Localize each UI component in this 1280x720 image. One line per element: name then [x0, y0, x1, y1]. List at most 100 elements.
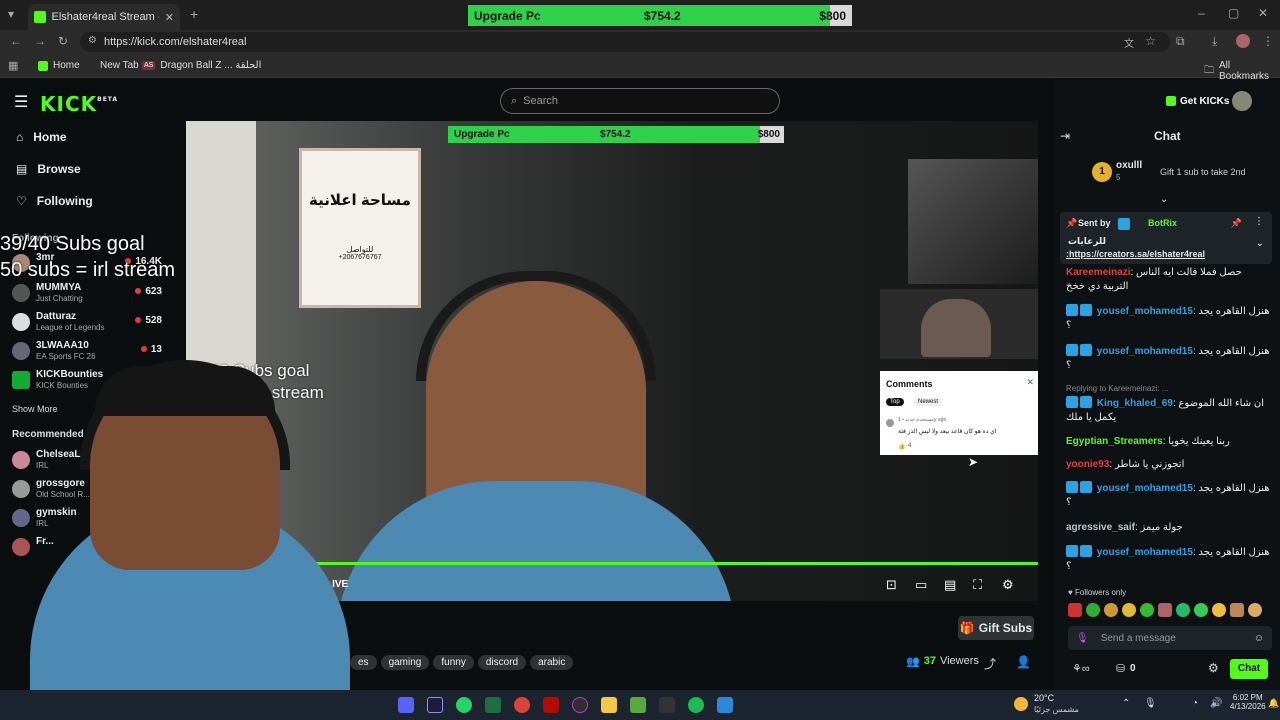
discord-icon[interactable] — [398, 697, 414, 713]
chat-message[interactable]: Replying to Kareemeinazi: ... King_khale… — [1066, 382, 1270, 425]
obs-icon[interactable] — [572, 697, 588, 713]
user-avatar[interactable] — [1232, 91, 1252, 111]
profile-avatar[interactable] — [1236, 34, 1250, 48]
pinned-link[interactable]: :https://creators.sa/elshater4real — [1066, 249, 1205, 259]
emote-icon[interactable] — [1122, 603, 1136, 617]
bookmark-home[interactable]: Home — [38, 60, 80, 71]
tab-newest[interactable]: Newest — [914, 398, 943, 406]
treasure-icon[interactable]: ⛁ — [1116, 662, 1125, 675]
emote-icon[interactable] — [1104, 603, 1118, 617]
following-channel[interactable]: Datturaz League of Legends 528 — [12, 311, 162, 337]
like-icon[interactable]: 👍 — [898, 443, 905, 450]
volume-icon[interactable]: 🔊 — [1210, 698, 1222, 709]
minimize-icon[interactable]: – — [1198, 6, 1205, 20]
emote-icon[interactable] — [1140, 603, 1154, 617]
system-clock[interactable]: 6:02 PM 4/13/2026 — [1230, 693, 1266, 711]
clip-icon[interactable]: ▭ — [915, 577, 927, 593]
maximize-icon[interactable]: ▢ — [1228, 6, 1239, 20]
back-icon[interactable]: ← — [10, 34, 22, 48]
translate-icon[interactable]: 文 — [1124, 35, 1134, 50]
chat-message[interactable]: yoonie93: اتجوزني يا شاطر — [1066, 458, 1270, 472]
tag[interactable]: discord — [477, 655, 527, 670]
emote-icon[interactable] — [1068, 603, 1082, 617]
sidebar-item-home[interactable]: ⌂ Home — [16, 130, 67, 144]
close-window-icon[interactable]: ✕ — [1258, 6, 1268, 20]
chrome-icon[interactable] — [514, 697, 530, 713]
pip-icon[interactable]: ▤ — [944, 577, 956, 593]
points-icon[interactable]: ⚘∞ — [1072, 662, 1090, 675]
epic-games-icon[interactable] — [659, 697, 675, 713]
tab-close-icon[interactable]: ✕ — [165, 11, 174, 24]
tag[interactable]: funny — [433, 655, 474, 670]
tray-microphone-icon[interactable]: 🎙 — [1144, 698, 1157, 709]
gift-subs-button[interactable]: 🎁 Gift Subs — [958, 616, 1034, 640]
chat-message[interactable]: yousef_mohamed15: هنزل القاهره يجد ؟ — [1066, 344, 1270, 373]
emote-icon[interactable] — [1230, 603, 1244, 617]
app-icon[interactable] — [717, 697, 733, 713]
chat-message[interactable]: yousef_mohamed15: هنزل القاهره يجد ؟ — [1066, 304, 1270, 333]
apps-grid-icon[interactable]: ▦ — [8, 59, 18, 72]
tag[interactable]: gaming — [380, 655, 430, 670]
tab-list-icon[interactable]: ▾ — [8, 7, 14, 21]
follow-user-icon[interactable]: 👤 — [1016, 655, 1031, 669]
url-field[interactable]: ⚙ https://kick.com/elshater4real 文 ☆ — [80, 32, 1170, 52]
chat-message[interactable]: agressive_saif: جولة ميمز — [1066, 521, 1270, 535]
forward-icon[interactable]: → — [34, 34, 46, 48]
bookmark-dragon-ball[interactable]: AS Dragon Ball Z ... الحلقة — [142, 60, 261, 71]
bookmark-star-icon[interactable]: ☆ — [1145, 34, 1156, 48]
tag[interactable]: arabic — [530, 655, 574, 670]
minecraft-icon[interactable] — [630, 697, 646, 713]
chat-message[interactable]: yousef_mohamed15: هنزل القاهره يجد ؟ — [1066, 481, 1270, 510]
acrobat-icon[interactable] — [543, 697, 559, 713]
chevron-down-icon[interactable]: ⌄ — [1256, 238, 1264, 249]
share-icon[interactable]: ⤴ — [984, 655, 996, 672]
search-input[interactable]: ⌕ Search — [500, 88, 780, 114]
following-channel[interactable]: MUMMYA Just Chatting 623 — [12, 282, 162, 308]
browser-menu-icon[interactable]: ⋮ — [1262, 34, 1274, 48]
chat-input[interactable]: 🎙 Send a message ☺ — [1068, 626, 1272, 650]
hamburger-menu-icon[interactable]: ☰ — [14, 92, 28, 112]
reload-icon[interactable]: ↻ — [58, 34, 68, 48]
more-options-icon[interactable]: ⋮ — [1254, 216, 1264, 227]
emote-icon[interactable] — [1158, 603, 1172, 617]
sidebar-item-following[interactable]: ♡ Following — [16, 194, 93, 208]
premiere-icon[interactable] — [427, 697, 443, 713]
explorer-icon[interactable] — [601, 697, 617, 713]
collapse-chat-icon[interactable]: ⇥ — [1060, 129, 1070, 143]
browser-tab-active[interactable]: Elshater4real Stream - Watch Li ✕ — [28, 4, 180, 30]
chat-message[interactable]: Kareemeinazi: حصل فملا فالت ايه الناس ال… — [1066, 266, 1270, 294]
theater-mode-icon[interactable]: ⊡ — [886, 577, 897, 593]
spotify-icon[interactable] — [688, 697, 704, 713]
emote-icon[interactable] — [1212, 603, 1226, 617]
emote-icon[interactable] — [1176, 603, 1190, 617]
emote-icon[interactable] — [1248, 603, 1262, 617]
chat-message[interactable]: Egyptian_Streamers: ربنا يعينك يخويا — [1066, 435, 1270, 449]
tray-chevron-icon[interactable]: ⌃ — [1122, 698, 1130, 709]
extensions-icon[interactable]: ⧉ — [1176, 34, 1185, 49]
expand-chevron-icon[interactable]: ⌄ — [1160, 194, 1168, 205]
emote-icon[interactable] — [1194, 603, 1208, 617]
bookmark-new-tab[interactable]: New Tab — [100, 60, 139, 71]
chat-settings-icon[interactable]: ⚙ — [1208, 661, 1219, 675]
fullscreen-icon[interactable]: ⛶ — [973, 577, 982, 593]
sidebar-item-browse[interactable]: ▤ Browse — [16, 162, 81, 176]
chat-message[interactable]: yousef_mohamed15: هنزل القاهره يجد ؟ — [1066, 545, 1270, 574]
unpin-icon[interactable]: 📌 — [1231, 218, 1242, 229]
emoji-icon[interactable]: ☺ — [1254, 633, 1264, 644]
downloads-icon[interactable]: ⤓ — [1212, 34, 1217, 49]
tab-top[interactable]: Top — [886, 398, 904, 406]
microphone-icon[interactable]: 🎙 — [1076, 633, 1089, 644]
chat-send-button[interactable]: Chat — [1230, 659, 1268, 679]
new-tab-icon[interactable]: + — [190, 6, 198, 22]
excel-icon[interactable] — [485, 697, 501, 713]
close-icon[interactable]: ✕ — [1026, 377, 1034, 388]
send-message-placeholder: Send a message — [1100, 632, 1176, 644]
wifi-icon[interactable]: ◔ — [1192, 698, 1198, 709]
emote-icon[interactable] — [1086, 603, 1100, 617]
kick-logo[interactable]: KICKBETA — [40, 92, 118, 116]
settings-gear-icon[interactable]: ⚙ — [1002, 577, 1014, 593]
whatsapp-icon[interactable] — [456, 697, 472, 713]
site-info-icon[interactable]: ⚙ — [88, 35, 97, 46]
get-kicks-button[interactable]: Get KICKs — [1160, 92, 1235, 110]
notifications-bell-icon[interactable]: 🔔 — [1268, 698, 1279, 709]
